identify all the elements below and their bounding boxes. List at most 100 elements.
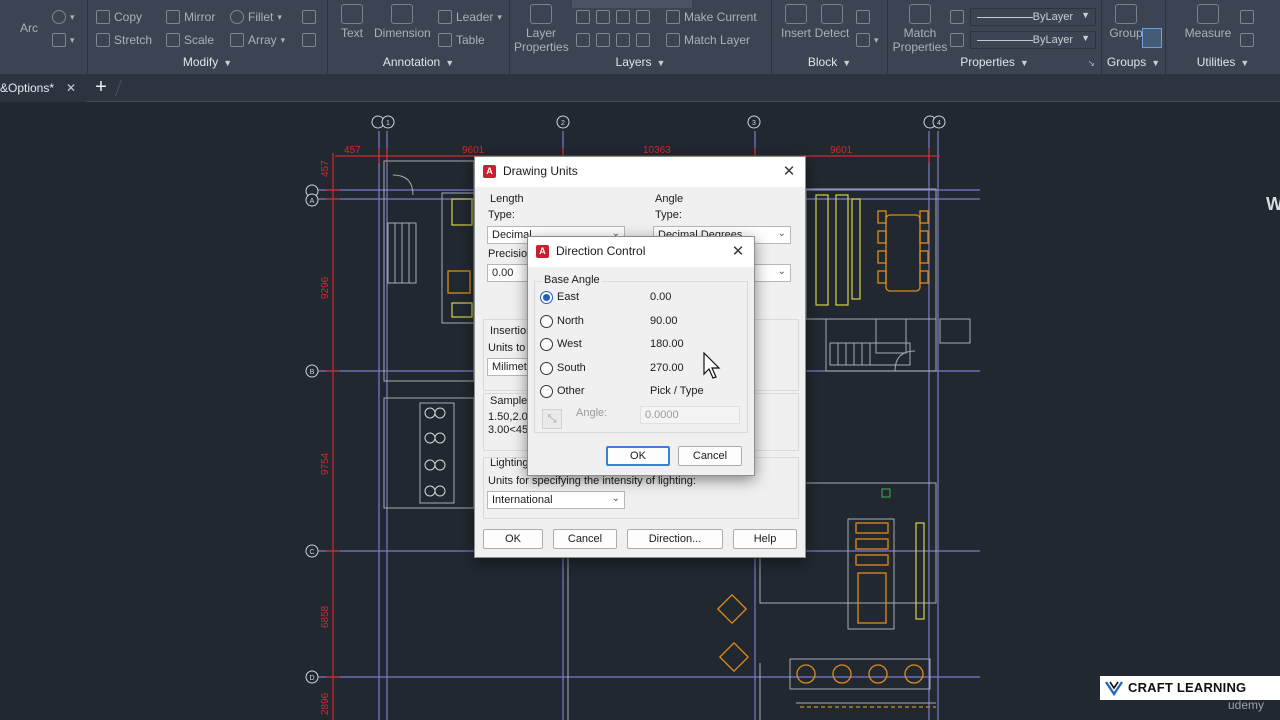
radio-label: East (557, 291, 580, 303)
lineweight-icon (950, 10, 964, 24)
group-select-icon[interactable] (1142, 28, 1162, 48)
groups-panel-title[interactable]: Groups ▼ (1102, 55, 1165, 71)
direction-cancel-button[interactable]: Cancel (678, 446, 742, 466)
close-icon[interactable]: ✕ (728, 242, 748, 262)
scale-button[interactable]: Scale (166, 33, 214, 47)
array-button[interactable]: Array ▾ (230, 33, 285, 47)
dimension-button[interactable]: Dimension (374, 4, 431, 40)
clipboard-icon (1240, 33, 1254, 47)
layer-properties-icon (530, 4, 552, 24)
units-ok-button[interactable]: OK (483, 529, 543, 549)
lineweight-value: ByLayer (1032, 11, 1073, 23)
grid-label-d: D (309, 675, 314, 682)
chevron-down-icon: ⌄ (777, 266, 786, 277)
lighting-units-value: International (492, 494, 553, 506)
explode-button[interactable] (302, 33, 316, 47)
measure-button[interactable]: Measure (1180, 4, 1236, 40)
block-edit-button[interactable] (856, 10, 870, 24)
radio-other[interactable]: Other Pick / Type (540, 383, 740, 401)
match-properties-button[interactable]: Match Properties (892, 4, 948, 54)
array-label: Array (248, 33, 277, 47)
layer-unlock-icon[interactable] (636, 33, 650, 47)
utilities-panel-title[interactable]: Utilities ▼ (1166, 55, 1280, 71)
lineweight-dropdown[interactable]: ByLayer ▼ (970, 8, 1096, 26)
add-tab-button[interactable]: + (92, 77, 110, 97)
mouse-cursor-icon (703, 352, 721, 379)
direction-ok-button[interactable]: OK (606, 446, 670, 466)
properties-panel-title[interactable]: Properties ▼ (888, 55, 1101, 71)
block-panel-title[interactable]: Block ▼ (772, 55, 887, 71)
copy-label: Copy (114, 10, 143, 24)
radio-button[interactable] (540, 362, 553, 375)
annotation-panel-title[interactable]: Annotation ▼ (328, 55, 509, 71)
layer-on-icon[interactable] (576, 33, 590, 47)
measure-label: Measure (1184, 26, 1232, 40)
layer-thaw-icon[interactable] (616, 33, 630, 47)
units-cancel-button[interactable]: Cancel (553, 529, 617, 549)
radio-east[interactable]: East 0.00 (540, 289, 740, 307)
layer-unisolate-icon[interactable] (596, 33, 610, 47)
mirror-label: Mirror (184, 10, 216, 24)
sample-line-1: 1.50,2.0 (488, 411, 528, 423)
layer-freeze-icon[interactable] (616, 10, 630, 24)
pick-angle-icon[interactable]: ⤡ (542, 409, 562, 429)
lighting-label: Lighting (490, 457, 529, 469)
copy-icon (96, 10, 110, 24)
layer-dropdown[interactable] (572, 0, 692, 8)
detect-label: Detect (814, 26, 850, 40)
radio-north[interactable]: North 90.00 (540, 313, 740, 331)
text-button[interactable]: Text (328, 4, 376, 40)
hatch-icon (52, 33, 66, 47)
close-icon[interactable]: ✕ (64, 81, 78, 95)
linetype-icon-btn[interactable] (950, 33, 964, 47)
dim-top-3: 10363 (643, 145, 671, 156)
make-current-button[interactable]: Make Current (666, 10, 757, 24)
radio-button[interactable] (540, 385, 553, 398)
fillet-button[interactable]: Fillet ▾ (230, 10, 282, 24)
radio-button[interactable] (540, 338, 553, 351)
stretch-button[interactable]: Stretch (96, 33, 152, 47)
clipboard-button[interactable] (1240, 33, 1254, 47)
explode-icon (302, 33, 316, 47)
hatch-button[interactable]: ▾ (52, 33, 75, 47)
detect-button[interactable]: Detect (808, 4, 856, 40)
lighting-units-select[interactable]: International ⌄ (487, 491, 625, 509)
copy-button[interactable]: Copy (96, 10, 142, 24)
precision-value: 0.00 (492, 267, 514, 279)
layer-properties-button[interactable]: Layer Properties (514, 4, 569, 54)
calculator-button[interactable] (1240, 10, 1254, 24)
layer-isolate-icon[interactable] (596, 10, 610, 24)
ellipse-button[interactable]: ▾ (52, 10, 75, 24)
arc-button[interactable]: Arc (20, 21, 38, 35)
ellipse-icon (52, 10, 66, 24)
dim-left-4: 6858 (320, 605, 331, 628)
linetype-dropdown[interactable]: ByLayer ▼ (970, 31, 1096, 49)
angle-input[interactable]: 0.0000 (640, 406, 740, 424)
craft-learning-logo-icon (1105, 681, 1123, 696)
tab-label: &Options* (0, 81, 55, 95)
radio-button[interactable] (540, 291, 553, 304)
radio-button[interactable] (540, 315, 553, 328)
modify-panel-title[interactable]: Modify ▼ (88, 55, 327, 71)
dim-top-4: 9601 (830, 145, 853, 156)
offset-button[interactable] (302, 10, 316, 24)
units-help-button[interactable]: Help (733, 529, 797, 549)
arc-label: Arc (20, 21, 38, 35)
chevron-down-icon: ⌄ (777, 228, 786, 239)
layers-panel-title[interactable]: Layers ▼ (510, 55, 771, 71)
table-button[interactable]: Table (438, 33, 485, 47)
autocad-logo-icon: A (536, 245, 549, 258)
layer-off-icon[interactable] (576, 10, 590, 24)
close-icon[interactable]: ✕ (779, 162, 799, 182)
direction-button[interactable]: Direction... (627, 529, 723, 549)
insert-icon (785, 4, 807, 24)
properties-launcher-icon[interactable]: ↘ (1087, 58, 1095, 69)
leader-button[interactable]: Leader ▾ (438, 10, 502, 24)
layer-lock-icon[interactable] (636, 10, 650, 24)
mirror-button[interactable]: Mirror (166, 10, 215, 24)
lineweight-icon-btn[interactable] (950, 10, 964, 24)
match-layer-button[interactable]: Match Layer (666, 33, 750, 47)
text-label: Text (340, 26, 363, 40)
dialog-title: Direction Control (556, 244, 646, 258)
block-attribute-button[interactable]: ▾ (856, 33, 879, 47)
